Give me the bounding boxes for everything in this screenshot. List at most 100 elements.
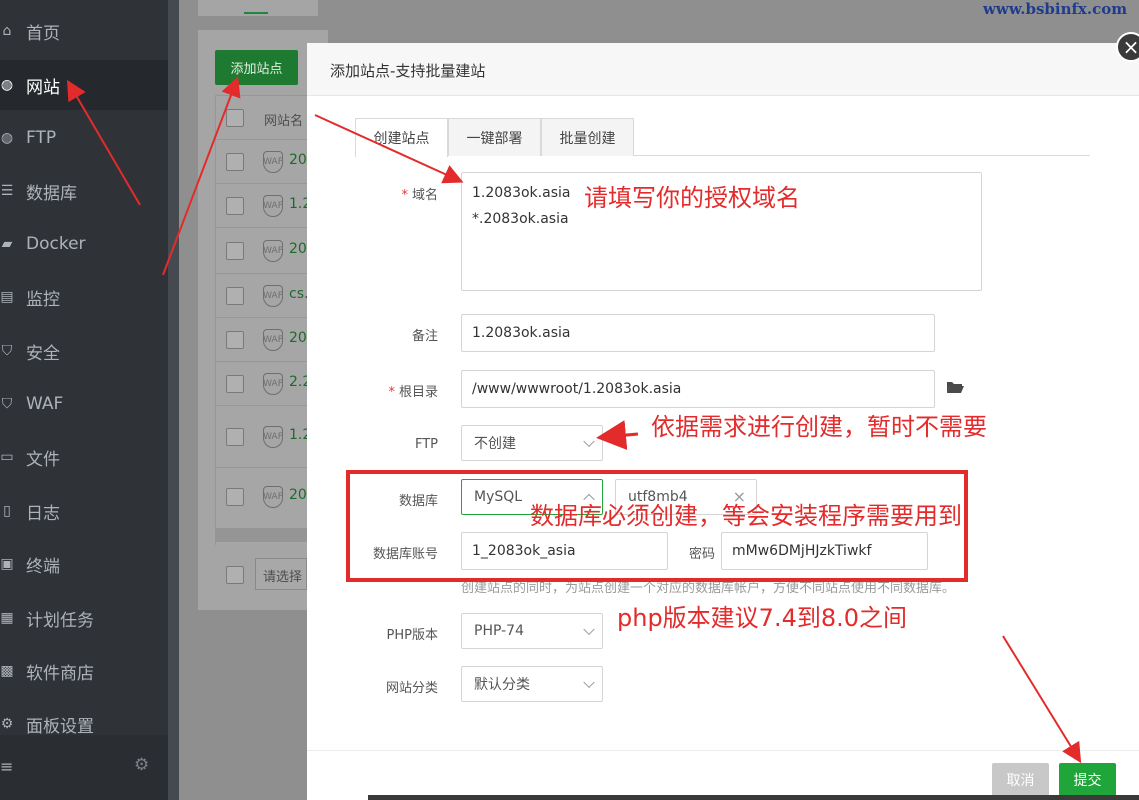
remark-input[interactable]: 1.2083ok.asia [461, 314, 935, 352]
sidebar-item-monitor[interactable]: ▤ 监控 [0, 272, 168, 322]
cancel-button[interactable]: 取消 [992, 763, 1049, 797]
row-checkbox[interactable] [226, 428, 244, 446]
sidebar-scrollbar[interactable] [168, 0, 179, 800]
row-checkbox[interactable] [226, 197, 244, 215]
background-tab-strip [198, 0, 318, 16]
sidebar-item-cron[interactable]: ▦ 计划任务 [0, 593, 168, 643]
tab-batch-create[interactable]: 批量创建 [541, 118, 634, 156]
sidebar-item-label: 面板设置 [26, 716, 94, 737]
sidebar-item-store[interactable]: ▩ 软件商店 [0, 646, 168, 696]
sidebar-item-label: 文件 [26, 449, 60, 470]
sidebar-item-terminal[interactable]: ▣ 终端 [0, 539, 168, 589]
sidebar-item-security[interactable]: ⛉ 安全 [0, 326, 168, 376]
select-all-checkbox[interactable] [226, 109, 244, 127]
sidebar-item-docker[interactable]: ▰ Docker [0, 219, 168, 269]
site-category-select[interactable]: 默认分类 [461, 666, 603, 702]
waf-shield-icon: WAF [263, 329, 283, 351]
menu-icon[interactable]: ≡ [0, 757, 13, 776]
sidebar-item-label: 网站 [26, 77, 60, 98]
annotation-domain-note: 请填写你的授权域名 [584, 184, 800, 212]
table-row[interactable]: WAF 20 [216, 467, 308, 527]
sidebar-item-label: 数据库 [26, 183, 77, 204]
waf-shield-icon: WAF [263, 486, 283, 508]
watermark: www.bsbinfx.com [983, 0, 1128, 18]
chevron-down-icon [583, 435, 595, 448]
site-name-link[interactable]: 20 [289, 152, 307, 168]
globe-icon: ◍ [0, 77, 14, 93]
folder-icon: ▭ [0, 449, 14, 465]
batch-checkbox[interactable] [226, 566, 244, 584]
row-checkbox[interactable] [226, 375, 244, 393]
sidebar-item-label: 监控 [26, 289, 60, 310]
root-dir-input[interactable]: /www/wwwroot/1.2083ok.asia [461, 370, 935, 408]
php-version-label: PHP版本 [386, 628, 438, 643]
table-header-row [216, 95, 308, 139]
sidebar-item-label: 安全 [26, 343, 60, 364]
sidebar-item-ftp[interactable]: ◍ FTP [0, 113, 168, 163]
tab-create-site[interactable]: 创建站点 [355, 118, 448, 157]
dialog-tabs: 创建站点 一键部署 批量创建 [355, 118, 1090, 157]
sidebar-item-label: FTP [26, 128, 57, 148]
site-table: 网站名 WAF 20 WAF 1.2 WAF 20 WAF cs. WAF 20… [215, 95, 311, 545]
sidebar: ⌂ 首页 ◍ 网站 ◍ FTP ☰ 数据库 ▰ Docker ▤ 监控 ⛉ 安全… [0, 0, 168, 800]
batch-action-select[interactable]: 请选择 [255, 558, 307, 590]
shield-icon: ⛉ [1, 343, 13, 359]
tab-one-click-deploy[interactable]: 一键部署 [448, 118, 541, 156]
table-row[interactable]: WAF 20 [216, 227, 308, 273]
site-name-link[interactable]: 20 [289, 487, 307, 503]
row-checkbox[interactable] [226, 242, 244, 260]
sidebar-item-website[interactable]: ◍ 网站 [0, 60, 168, 110]
ftp-select-value: 不创建 [474, 436, 516, 452]
sidebar-item-label: 计划任务 [26, 610, 94, 631]
row-checkbox[interactable] [226, 153, 244, 171]
folder-open-icon[interactable] [946, 380, 964, 394]
sidebar-item-waf[interactable]: ⛉ WAF [0, 379, 168, 429]
row-checkbox[interactable] [226, 287, 244, 305]
site-category-label: 网站分类 [385, 681, 438, 696]
waf-shield-icon: WAF [263, 240, 283, 262]
annotation-php-note: php版本建议7.4到8.0之间 [617, 604, 908, 632]
taskbar-strip [368, 795, 1139, 800]
root-dir-label: * 根目录 [388, 385, 438, 400]
sidebar-item-label: 终端 [26, 556, 60, 577]
ftp-label: FTP [414, 437, 438, 452]
terminal-icon: ▣ [0, 556, 14, 572]
gear-icon[interactable]: ⚙ [134, 755, 149, 775]
calendar-icon: ▦ [0, 610, 14, 626]
chevron-down-icon [583, 676, 595, 689]
row-checkbox[interactable] [226, 488, 244, 506]
close-icon[interactable]: × [1116, 32, 1139, 62]
site-name-link[interactable]: 20 [289, 241, 307, 257]
php-version-select[interactable]: PHP-74 [461, 613, 603, 649]
table-row[interactable]: WAF cs. [216, 273, 308, 317]
table-row[interactable]: WAF 20 [216, 317, 308, 361]
sidebar-item-database[interactable]: ☰ 数据库 [0, 166, 168, 216]
table-horizontal-scrollbar[interactable] [215, 528, 307, 542]
monitor-icon: ▤ [0, 289, 14, 305]
php-version-value: PHP-74 [474, 623, 524, 639]
table-row[interactable]: WAF 20 [216, 139, 308, 183]
table-row[interactable]: WAF 1.2 [216, 405, 311, 467]
sidebar-item-logs[interactable]: ▯ 日志 [0, 486, 168, 536]
sidebar-item-home[interactable]: ⌂ 首页 [0, 6, 168, 56]
add-site-button[interactable]: 添加站点 [215, 50, 298, 85]
globe-icon: ◍ [0, 130, 14, 146]
waf-shield-icon: WAF [263, 151, 283, 173]
waf-shield-icon: WAF [263, 285, 283, 307]
home-icon: ⌂ [2, 23, 12, 39]
gear-icon: ⚙ [0, 716, 14, 732]
sidebar-item-files[interactable]: ▭ 文件 [0, 432, 168, 482]
annotation-database-note: 数据库必须创建，等会安装程序需要用到 [530, 502, 962, 530]
submit-button[interactable]: 提交 [1059, 763, 1116, 797]
row-checkbox[interactable] [226, 331, 244, 349]
site-name-link[interactable]: cs. [289, 286, 308, 302]
ftp-select[interactable]: 不创建 [461, 425, 603, 461]
docker-icon: ▰ [1, 236, 13, 252]
dialog-title: 添加站点-支持批量建站 [330, 62, 486, 80]
table-row[interactable]: WAF 1.2 [216, 183, 311, 227]
waf-shield-icon: WAF [263, 373, 283, 395]
dialog-header: 添加站点-支持批量建站 [307, 43, 1139, 96]
site-name-link[interactable]: 20 [289, 330, 307, 346]
table-row[interactable]: WAF 2.2 [216, 361, 311, 405]
sidebar-footer: ≡ ⚙ [0, 735, 168, 800]
